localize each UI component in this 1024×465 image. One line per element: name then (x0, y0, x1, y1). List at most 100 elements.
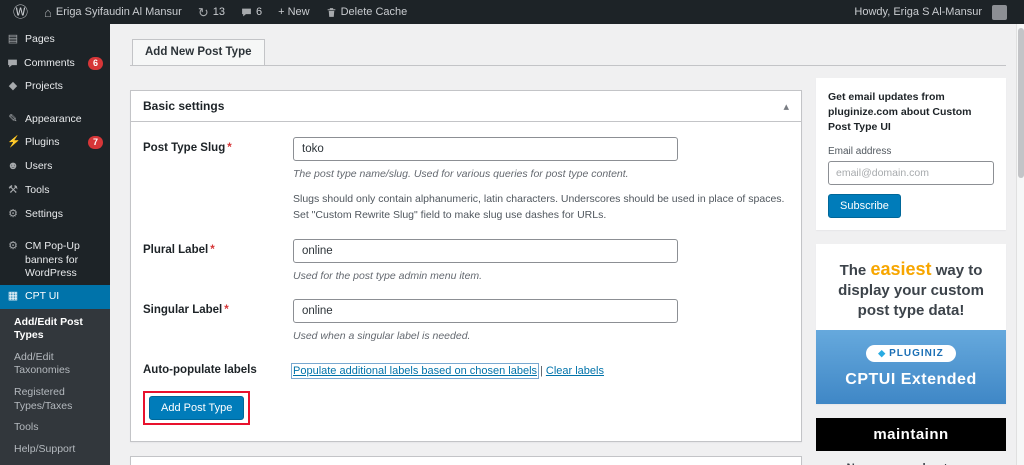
sidebar-item-pages[interactable]: ▤ Pages (0, 28, 110, 52)
sidebar-item-plugins[interactable]: ⚡ Plugins 7 (0, 131, 110, 155)
appearance-icon: ✎ (8, 112, 18, 125)
trash-icon (327, 7, 335, 17)
plural-label-row: Plural Label* Used for the post type adm… (143, 228, 789, 288)
comments-item[interactable]: 6 (234, 0, 269, 24)
admin-bar-right: Howdy, Eriga S Al-Mansur (847, 0, 1014, 24)
sidebar-item-label: Pages (25, 33, 55, 45)
tab-add-new-post-type[interactable]: Add New Post Type (132, 39, 265, 65)
sidebar-separator (0, 226, 110, 235)
sidebar-item-label: Tools (25, 183, 50, 196)
avatar (992, 4, 1007, 20)
additional-labels-header[interactable]: Additional labels ▴ (131, 457, 801, 465)
projects-icon: ◆ (8, 79, 18, 92)
sidebar-item-label: Appearance (25, 112, 82, 125)
admin-bar-left: Ⓦ ⌂ Eriga Syifaudin Al Mansur ↻ 13 6 + N… (6, 0, 414, 24)
basic-settings-header[interactable]: Basic settings ▴ (131, 91, 801, 122)
submenu-registered-types-taxes[interactable]: Registered Types/Taxes (0, 382, 110, 417)
sidebar-item-appearance[interactable]: ✎ Appearance (0, 108, 110, 132)
cpt-ui-icon: ▦ (7, 289, 19, 302)
howdy-label: Howdy, Eriga S Al-Mansur (854, 6, 982, 18)
singular-label-text: Singular Label (143, 303, 223, 316)
sidebar-item-label: Settings (25, 207, 63, 220)
post-type-slug-label-text: Post Type Slug (143, 142, 226, 154)
ad-blue-banner: ◆ PLUGINIZ CPTUI Extended (816, 330, 1006, 405)
basic-settings-panel: Basic settings ▴ Post Type Slug* The pos… (130, 90, 802, 443)
plural-label-input[interactable] (293, 238, 678, 263)
plugins-badge: 7 (87, 136, 103, 150)
email-address-label: Email address (828, 145, 892, 157)
submenu-help-support[interactable]: Help/Support (0, 439, 110, 461)
new-content-item[interactable]: + New (271, 0, 317, 24)
window-scrollbar[interactable] (1016, 24, 1024, 465)
updates-item[interactable]: ↻ 13 (191, 0, 232, 24)
slug-help-text: The post type name/slug. Used for variou… (293, 168, 629, 180)
content-row: Basic settings ▴ Post Type Slug* The pos… (130, 66, 1006, 465)
additional-labels-panel: Additional labels ▴ (130, 456, 802, 465)
tab-bar: Add New Post Type (130, 38, 1006, 66)
subscribe-button[interactable]: Subscribe (828, 193, 901, 218)
users-icon: ☻ (7, 160, 19, 173)
sidebar-item-cm-popup-banners[interactable]: ⚙ CM Pop-Up banners for WordPress (0, 235, 110, 284)
sidebar-item-label: Projects (25, 79, 63, 92)
wordpress-logo-menu[interactable]: Ⓦ (6, 0, 35, 24)
sidebar-item-settings[interactable]: ⚙ Settings (0, 203, 110, 227)
submenu-tools[interactable]: Tools (0, 417, 110, 439)
comments-icon (242, 8, 251, 16)
slug-help-text-2: Slugs should only contain alphanumeric, … (293, 193, 785, 221)
scrollbar-thumb[interactable] (1018, 28, 1024, 178)
howdy-item[interactable]: Howdy, Eriga S Al-Mansur (847, 0, 1014, 24)
delete-cache-item[interactable]: Delete Cache (319, 0, 415, 24)
submenu-add-edit-taxonomies[interactable]: Add/Edit Taxonomies (0, 347, 110, 382)
auto-populate-label: Auto-populate labels (143, 364, 257, 377)
required-asterisk: * (227, 142, 232, 154)
updates-icon: ↻ (197, 4, 209, 20)
auto-populate-links: Populate additional labels based on chos… (290, 359, 789, 380)
cptui-extended-label: CPTUI Extended (845, 371, 977, 389)
singular-label-input[interactable] (293, 298, 678, 323)
sidebar-separator (0, 99, 110, 108)
settings-icon: ⚙ (8, 207, 18, 220)
sidebar-item-comments[interactable]: Comments 6 (0, 52, 110, 75)
singular-label-field: Used when a singular label is needed. (293, 298, 789, 344)
form-column: Basic settings ▴ Post Type Slug* The pos… (130, 66, 802, 465)
sidebar-item-projects[interactable]: ◆ Projects (0, 75, 110, 99)
clear-labels-link[interactable]: Clear labels (546, 365, 604, 377)
sidebar-item-label: Users (25, 160, 53, 173)
delete-cache-label: Delete Cache (340, 6, 408, 18)
singular-help-text: Used when a singular label is needed. (293, 329, 471, 342)
post-type-slug-label: Post Type Slug * (143, 137, 293, 224)
comments-count: 6 (255, 6, 263, 18)
sidebar: ▤ Pages Comments 6 ◆ Projects ✎ Appearan… (0, 24, 110, 465)
submenu-about-cpt-ui[interactable]: About CPT UI (0, 461, 110, 465)
populate-labels-link[interactable]: Populate additional labels based on chos… (290, 363, 540, 380)
sidebar-item-label: Comments (24, 56, 75, 69)
home-icon: ⌂ (44, 4, 52, 20)
pages-icon: ▤ (7, 33, 19, 45)
cpt-ui-submenu: Add/Edit Post Types Add/Edit Taxonomies … (0, 308, 110, 465)
plural-label-text: Plural Label (143, 243, 209, 256)
sidebar-item-tools[interactable]: ⚒ Tools (0, 179, 110, 203)
sidebar-item-cpt-ui[interactable]: ▦ CPT UI (0, 284, 110, 309)
auto-populate-row: Auto-populate labels Populate additional… (143, 348, 789, 381)
site-name-item[interactable]: ⌂ Eriga Syifaudin Al Mansur (37, 0, 189, 24)
submenu-add-edit-post-types[interactable]: Add/Edit Post Types (0, 312, 110, 347)
basic-settings-body: Post Type Slug* The post type name/slug.… (131, 122, 801, 441)
newsletter-heading: Get email updates from pluginize.com abo… (828, 91, 972, 134)
add-post-type-button[interactable]: Add Post Type (149, 396, 245, 421)
sidebar-item-users[interactable]: ☻ Users (0, 155, 110, 179)
email-field[interactable] (828, 160, 994, 185)
ad-highlight-word: easiest (870, 258, 932, 279)
collapse-toggle-icon[interactable]: ▴ (783, 100, 789, 113)
plural-help-text: Used for the post type admin menu item. (293, 269, 483, 282)
post-type-slug-row: Post Type Slug* The post type name/slug.… (143, 126, 789, 228)
comments-badge: 6 (87, 56, 103, 70)
tools-icon: ⚒ (8, 183, 18, 196)
ad-text: The easiest way to display your custom p… (816, 244, 1006, 330)
maintainn-logo[interactable]: maintainn (816, 418, 1006, 452)
post-type-slug-input[interactable] (293, 137, 678, 161)
cptui-extended-ad[interactable]: The easiest way to display your custom p… (816, 243, 1006, 405)
gear-icon: ⚙ (8, 240, 18, 253)
sidebar-item-label: Plugins (25, 136, 60, 149)
main-content: Add New Post Type Basic settings ▴ Post … (110, 24, 1016, 465)
updates-count: 13 (212, 6, 225, 18)
